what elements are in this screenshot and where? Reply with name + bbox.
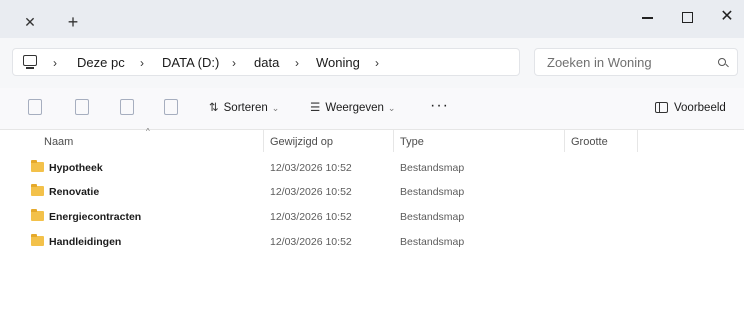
folder-icon (31, 160, 44, 172)
breadcrumb-separator-icon[interactable]: › (295, 55, 299, 71)
sort-ascending-icon: ^ (146, 127, 150, 136)
breadcrumb-separator-icon[interactable]: › (375, 55, 379, 71)
file-list: ^ Naam Gewijzigd op Type Grootte Hypothe… (0, 127, 744, 316)
breadcrumb-separator-icon[interactable]: › (232, 55, 236, 71)
preview-button[interactable]: Voorbeeld (674, 101, 726, 115)
item-name: Handleidingen (49, 236, 122, 248)
sort-icon: ⇅ (209, 102, 219, 114)
item-modified: 12/03/2026 10:52 (270, 162, 352, 174)
chevron-down-icon: ⌄ (271, 103, 280, 113)
title-bar: ✕ + ✕ (0, 0, 744, 38)
column-header-type[interactable]: Type (400, 135, 424, 149)
chevron-down-icon: ⌄ (387, 103, 396, 113)
item-name: Hypotheek (49, 162, 103, 174)
item-type: Bestandsmap (400, 211, 465, 223)
breadcrumb-separator-icon[interactable]: › (53, 55, 57, 71)
list-item[interactable]: Hypotheek 12/03/2026 10:52 Bestandsmap (0, 156, 744, 180)
new-tab-button[interactable]: + (62, 11, 84, 33)
breadcrumb-deze-pc[interactable]: Deze pc (77, 55, 125, 71)
search-input[interactable]: Zoeken in Woning (534, 48, 738, 76)
column-header-size[interactable]: Grootte (571, 135, 608, 149)
item-name: Energiecontracten (49, 211, 142, 223)
rename-icon[interactable] (75, 99, 89, 115)
breadcrumb-data-drive[interactable]: DATA (D:) (162, 55, 219, 71)
breadcrumb-woning[interactable]: Woning (316, 55, 360, 71)
item-modified: 12/03/2026 10:52 (270, 236, 352, 248)
address-row: › Deze pc › DATA (D:) › data › Woning › … (0, 38, 744, 88)
view-button[interactable]: ☰ Weergeven ⌄ (310, 101, 395, 115)
address-bar[interactable]: › Deze pc › DATA (D:) › data › Woning › (12, 48, 520, 76)
breadcrumb-separator-icon[interactable]: › (140, 55, 144, 71)
column-divider[interactable] (393, 130, 394, 152)
item-modified: 12/03/2026 10:52 (270, 186, 352, 198)
computer-icon[interactable] (23, 55, 37, 69)
list-item[interactable]: Renovatie 12/03/2026 10:52 Bestandsmap (0, 180, 744, 204)
search-placeholder: Zoeken in Woning (547, 55, 652, 70)
view-label: Weergeven (325, 102, 384, 114)
folder-icon (31, 234, 44, 246)
copy-icon[interactable] (28, 99, 42, 115)
tab-close-icon[interactable]: ✕ (20, 12, 40, 32)
column-header-name[interactable]: Naam (44, 135, 73, 149)
item-type: Bestandsmap (400, 162, 465, 174)
column-divider[interactable] (637, 130, 638, 152)
close-window-icon[interactable]: ✕ (715, 7, 739, 27)
share-icon[interactable] (120, 99, 134, 115)
column-header-modified[interactable]: Gewijzigd op (270, 135, 333, 149)
folder-icon (31, 184, 44, 196)
breadcrumb-data[interactable]: data (254, 55, 279, 71)
maximize-icon[interactable] (676, 7, 700, 27)
list-item[interactable]: Handleidingen 12/03/2026 10:52 Bestandsm… (0, 230, 744, 254)
list-item[interactable]: Energiecontracten 12/03/2026 10:52 Besta… (0, 205, 744, 229)
item-type: Bestandsmap (400, 236, 465, 248)
item-type: Bestandsmap (400, 186, 465, 198)
preview-pane-icon[interactable] (655, 102, 668, 113)
view-icon: ☰ (310, 102, 321, 114)
sort-label: Sorteren (223, 102, 268, 114)
column-divider[interactable] (564, 130, 565, 152)
more-options-button[interactable]: ··· (430, 97, 449, 115)
minimize-icon[interactable] (637, 7, 661, 27)
command-bar: ⇅ Sorteren ⌄ ☰ Weergeven ⌄ ··· Voorbeeld (0, 88, 744, 130)
column-divider[interactable] (263, 130, 264, 152)
item-modified: 12/03/2026 10:52 (270, 211, 352, 223)
search-icon (718, 58, 726, 66)
item-name: Renovatie (49, 186, 100, 198)
folder-icon (31, 209, 44, 221)
delete-icon[interactable] (164, 99, 178, 115)
sort-button[interactable]: ⇅ Sorteren ⌄ (209, 101, 279, 115)
